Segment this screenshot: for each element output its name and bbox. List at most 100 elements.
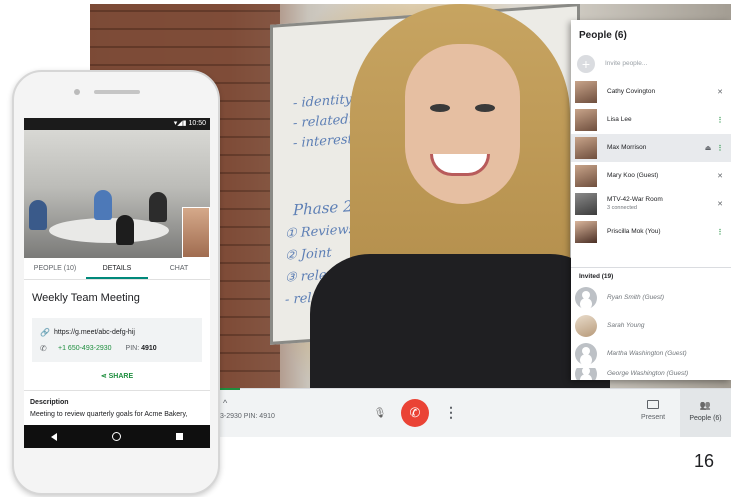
room-connected-count: 3 connected — [607, 205, 637, 211]
people-tab-button[interactable]: 👥 People (6) — [680, 389, 731, 437]
invited-name: Ryan Smith (Guest) — [607, 294, 665, 301]
status-bar: ▾◢▮ 10:50 — [24, 118, 210, 130]
room-person — [116, 215, 134, 245]
avatar — [575, 368, 597, 380]
avatar — [575, 81, 597, 103]
add-person-icon: + — [577, 55, 595, 73]
participant-row[interactable]: Priscilla Mok (You) ⋮ — [571, 218, 731, 246]
description-title: Description — [30, 399, 69, 406]
end-call-button[interactable]: ✆ — [401, 399, 429, 427]
pin: PIN: 4910 — [126, 345, 157, 352]
participant-name: Mary Koo (Guest) — [607, 172, 659, 179]
mic-off-icon: 🎙 — [373, 408, 387, 419]
expand-details-icon[interactable]: ^ — [223, 398, 227, 408]
more-vert-icon[interactable]: ⋮ — [715, 116, 725, 124]
tab-details[interactable]: DETAILS — [86, 258, 148, 279]
avatar — [575, 165, 597, 187]
share-button[interactable]: ⋖ SHARE — [24, 372, 210, 380]
avatar — [575, 109, 597, 131]
status-time: 10:50 — [188, 120, 206, 127]
avatar — [575, 221, 597, 243]
participant-name: MTV-42-War Room 3 connected — [607, 196, 715, 212]
tab-people[interactable]: PEOPLE (10) — [24, 258, 86, 279]
pin-label: PIN: — [125, 344, 140, 352]
mic-off-icon[interactable]: ✕ — [715, 172, 725, 180]
meeting-link[interactable]: https://g.meet/abc-defg-hij — [54, 329, 135, 336]
recents-icon[interactable] — [175, 433, 183, 440]
divider — [571, 267, 731, 268]
invited-row[interactable]: Martha Washington (Guest) — [571, 340, 731, 368]
more-vert-icon: ⋮ — [444, 404, 458, 420]
more-vert-icon[interactable]: ⋮ — [715, 144, 725, 152]
present-screen-icon — [647, 400, 659, 409]
meeting-dial-info: 3-2930 PIN: 4910 — [220, 413, 275, 420]
description-text: Meeting to review quarterly goals for Ac… — [30, 411, 188, 418]
avatar — [575, 315, 597, 337]
mic-off-icon[interactable]: ✕ — [715, 88, 725, 96]
room-video — [24, 130, 210, 258]
present-label: Present — [640, 414, 666, 421]
room-person — [29, 200, 47, 230]
participant-name: Max Morrison — [607, 144, 647, 151]
more-vert-icon[interactable]: ⋮ — [715, 228, 725, 236]
mic-off-button[interactable]: 🎙 — [370, 402, 390, 422]
front-camera — [74, 89, 80, 95]
invited-name: Sarah Young — [607, 322, 645, 329]
pin-value: 4910 — [141, 344, 157, 352]
eject-icon[interactable]: ⏏ — [703, 144, 713, 152]
join-info-card: 🔗 https://g.meet/abc-defg-hij ✆ +1 650-4… — [32, 318, 202, 362]
home-icon[interactable] — [111, 432, 121, 441]
invited-row[interactable]: George Washington (Guest) — [571, 368, 731, 380]
eye — [475, 104, 495, 112]
avatar — [575, 137, 597, 159]
signal-icon: ▾◢▮ — [173, 120, 189, 127]
participant-row[interactable]: Max Morrison ⏏ ⋮ — [571, 134, 731, 162]
earpiece-speaker — [94, 90, 140, 94]
present-button[interactable]: Present — [628, 400, 678, 421]
dial-in-number[interactable]: +1 650-493-2930 — [58, 345, 112, 352]
participant-row[interactable]: Lisa Lee ⋮ — [571, 106, 731, 134]
room-name: MTV-42-War Room — [607, 196, 663, 203]
participant-video-person — [240, 4, 610, 388]
android-nav-bar — [24, 425, 210, 448]
avatar — [575, 287, 597, 309]
face — [405, 44, 520, 204]
invited-section-title: Invited (19) — [579, 273, 614, 280]
dial-in-row: ✆ +1 650-493-2930 PIN: 4910 — [40, 340, 194, 356]
participant-row[interactable]: Cathy Covington ✕ — [571, 78, 731, 106]
invite-people-input[interactable]: Invite people... — [605, 60, 731, 68]
participant-row[interactable]: MTV-42-War Room 3 connected ✕ — [571, 190, 731, 218]
phone-screen: ▾◢▮ 10:50 PEOPLE (10) DETAILS CHAT Weekl… — [24, 118, 210, 448]
share-icon: ⋖ — [100, 373, 109, 380]
phone-icon: ✆ — [40, 343, 47, 353]
invited-name: George Washington (Guest) — [607, 370, 689, 377]
self-view-thumbnail — [182, 207, 210, 258]
room-person — [149, 192, 167, 222]
share-label: SHARE — [108, 373, 134, 380]
invite-people-row[interactable]: + Invite people... — [571, 50, 731, 78]
participant-name: Lisa Lee — [607, 116, 632, 123]
meeting-title: Weekly Team Meeting — [32, 292, 140, 304]
link-icon: 🔗 — [40, 327, 50, 337]
invited-row[interactable]: Sarah Young — [571, 312, 731, 340]
back-icon[interactable] — [51, 432, 58, 441]
mic-off-icon[interactable]: ✕ — [715, 200, 725, 208]
meeting-tabs: PEOPLE (10) DETAILS CHAT — [24, 258, 210, 280]
people-panel-title: People (6) — [579, 30, 627, 41]
phone-device: ▾◢▮ 10:50 PEOPLE (10) DETAILS CHAT Weekl… — [12, 70, 220, 495]
people-tab-label: People (6) — [689, 415, 722, 422]
tab-chat[interactable]: CHAT — [148, 258, 210, 279]
participant-name: Cathy Covington — [607, 88, 656, 95]
participant-name: Priscilla Mok (You) — [607, 228, 661, 235]
meeting-link-row[interactable]: 🔗 https://g.meet/abc-defg-hij — [40, 324, 194, 340]
sweater — [310, 254, 610, 388]
avatar — [575, 193, 597, 215]
avatar — [575, 343, 597, 365]
participant-row[interactable]: Mary Koo (Guest) ✕ — [571, 162, 731, 190]
invited-row[interactable]: Ryan Smith (Guest) — [571, 284, 731, 312]
slide-page-number: 16 — [694, 451, 715, 471]
phone-hangup-icon: ✆ — [409, 405, 421, 420]
room-person — [94, 190, 112, 220]
more-options-button[interactable]: ⋮ — [444, 402, 458, 422]
people-panel: People (6) + Invite people... Cathy Covi… — [571, 20, 731, 380]
